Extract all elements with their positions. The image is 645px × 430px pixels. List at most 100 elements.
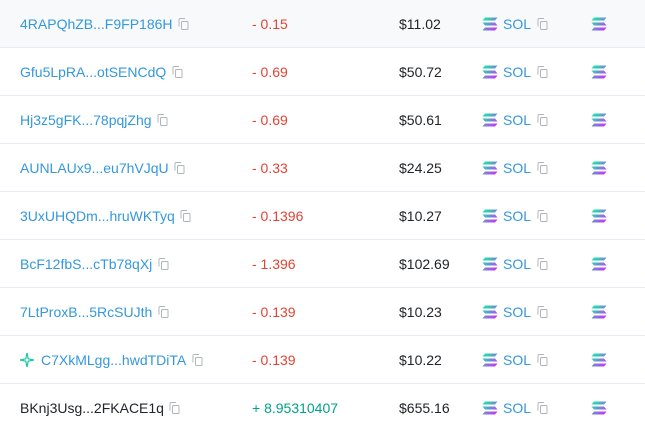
value-cell: $50.61 — [399, 96, 442, 144]
usd-value: $10.23 — [399, 304, 442, 320]
amount-text: - 0.69 — [252, 64, 288, 80]
address-link[interactable]: C7XkMLgg...hwdTDiTA — [41, 352, 186, 368]
address-link[interactable]: Gfu5LpRA...otSENCdQ — [20, 64, 166, 80]
token-logo-cell — [591, 96, 607, 144]
value-cell: $10.23 — [399, 288, 442, 336]
token-link[interactable]: SOL — [503, 112, 531, 128]
usd-value: $102.69 — [399, 256, 450, 272]
table-row: 7LtProxB...5RcSUJth - 0.139 $10.23 SOL — [0, 288, 645, 336]
address-cell: AUNLAUx9...eu7hVJqU — [20, 144, 187, 192]
copy-icon[interactable] — [535, 161, 549, 175]
amount-cell: - 0.33 — [252, 144, 288, 192]
copy-icon[interactable] — [170, 65, 184, 79]
value-cell: $10.27 — [399, 192, 442, 240]
copy-icon[interactable] — [177, 17, 191, 31]
amount-cell: - 0.1396 — [252, 192, 303, 240]
copy-icon[interactable] — [190, 353, 204, 367]
token-cell: SOL — [482, 240, 549, 288]
usd-value: $50.61 — [399, 112, 442, 128]
token-link[interactable]: SOL — [503, 304, 531, 320]
table-row: Hj3z5gFK...78pqjZhg - 0.69 $50.61 SOL — [0, 96, 645, 144]
value-cell: $11.02 — [399, 0, 441, 48]
usd-value: $655.16 — [399, 400, 450, 416]
token-cell: SOL — [482, 288, 549, 336]
address-link[interactable]: 7LtProxB...5RcSUJth — [20, 304, 152, 320]
solana-logo-icon — [482, 161, 498, 175]
usd-value: $10.27 — [399, 208, 442, 224]
token-link[interactable]: SOL — [503, 400, 531, 416]
token-link[interactable]: SOL — [503, 208, 531, 224]
table-row: Gfu5LpRA...otSENCdQ - 0.69 $50.72 SOL — [0, 48, 645, 96]
usd-value: $10.22 — [399, 352, 442, 368]
amount-cell: - 0.139 — [252, 336, 296, 384]
token-link[interactable]: SOL — [503, 256, 531, 272]
token-cell: SOL — [482, 0, 549, 48]
token-link[interactable]: SOL — [503, 16, 531, 32]
address-cell: C7XkMLgg...hwdTDiTA — [20, 336, 204, 384]
solana-logo-icon — [591, 353, 607, 367]
address-link[interactable]: Hj3z5gFK...78pqjZhg — [20, 112, 152, 128]
copy-icon[interactable] — [156, 257, 170, 271]
token-cell: SOL — [482, 384, 549, 430]
solana-logo-icon — [482, 17, 498, 31]
amount-text: - 0.33 — [252, 160, 288, 176]
token-link[interactable]: SOL — [503, 64, 531, 80]
amount-cell: - 0.69 — [252, 96, 288, 144]
copy-icon[interactable] — [535, 113, 549, 127]
address-cell: 7LtProxB...5RcSUJth — [20, 288, 170, 336]
solana-logo-icon — [482, 401, 498, 415]
address-link[interactable]: AUNLAUx9...eu7hVJqU — [20, 160, 169, 176]
token-cell: SOL — [482, 48, 549, 96]
copy-icon[interactable] — [156, 113, 170, 127]
token-logo-cell — [591, 288, 607, 336]
copy-icon[interactable] — [535, 257, 549, 271]
table-row: 3UxUHQDm...hruWKTyq - 0.1396 $10.27 SOL — [0, 192, 645, 240]
address-link: BKnj3Usg...2FKACE1q — [20, 400, 164, 416]
value-cell: $24.25 — [399, 144, 442, 192]
solana-logo-icon — [482, 65, 498, 79]
token-link[interactable]: SOL — [503, 352, 531, 368]
token-link[interactable]: SOL — [503, 160, 531, 176]
copy-icon[interactable] — [179, 209, 193, 223]
address-cell: Hj3z5gFK...78pqjZhg — [20, 96, 170, 144]
amount-cell: - 0.69 — [252, 48, 288, 96]
copy-icon[interactable] — [535, 17, 549, 31]
amount-text: - 0.1396 — [252, 208, 304, 224]
copy-icon[interactable] — [535, 209, 549, 223]
copy-icon[interactable] — [535, 401, 549, 415]
copy-icon[interactable] — [173, 161, 187, 175]
amount-text: + 8.95310407 — [252, 400, 339, 416]
sparkle-star-icon — [20, 353, 34, 367]
address-cell: 4RAPQhZB...F9FP186H — [20, 0, 191, 48]
transfers-table: 4RAPQhZB...F9FP186H - 0.15 $11.02 SOL Gf… — [0, 0, 645, 430]
table-row: AUNLAUx9...eu7hVJqU - 0.33 $24.25 SOL — [0, 144, 645, 192]
token-cell: SOL — [482, 192, 549, 240]
solana-logo-icon — [591, 401, 607, 415]
token-cell: SOL — [482, 144, 549, 192]
copy-icon[interactable] — [535, 353, 549, 367]
solana-logo-icon — [591, 65, 607, 79]
amount-cell: - 0.15 — [252, 0, 288, 48]
copy-icon[interactable] — [535, 65, 549, 79]
amount-text: - 0.69 — [252, 112, 288, 128]
solana-logo-icon — [591, 17, 607, 31]
address-link[interactable]: BcF12fbS...cTb78qXj — [20, 256, 152, 272]
token-logo-cell — [591, 0, 607, 48]
token-cell: SOL — [482, 96, 549, 144]
address-cell: 3UxUHQDm...hruWKTyq — [20, 192, 193, 240]
solana-logo-icon — [482, 257, 498, 271]
value-cell: $102.69 — [399, 240, 450, 288]
copy-icon[interactable] — [168, 401, 182, 415]
token-logo-cell — [591, 384, 607, 430]
solana-logo-icon — [482, 113, 498, 127]
copy-icon[interactable] — [535, 305, 549, 319]
address-link[interactable]: 4RAPQhZB...F9FP186H — [20, 16, 173, 32]
usd-value: $24.25 — [399, 160, 442, 176]
solana-logo-icon — [482, 305, 498, 319]
solana-logo-icon — [591, 113, 607, 127]
table-row: 4RAPQhZB...F9FP186H - 0.15 $11.02 SOL — [0, 0, 645, 48]
amount-cell: - 1.396 — [252, 240, 296, 288]
solana-logo-icon — [591, 161, 607, 175]
copy-icon[interactable] — [156, 305, 170, 319]
address-link[interactable]: 3UxUHQDm...hruWKTyq — [20, 208, 175, 224]
